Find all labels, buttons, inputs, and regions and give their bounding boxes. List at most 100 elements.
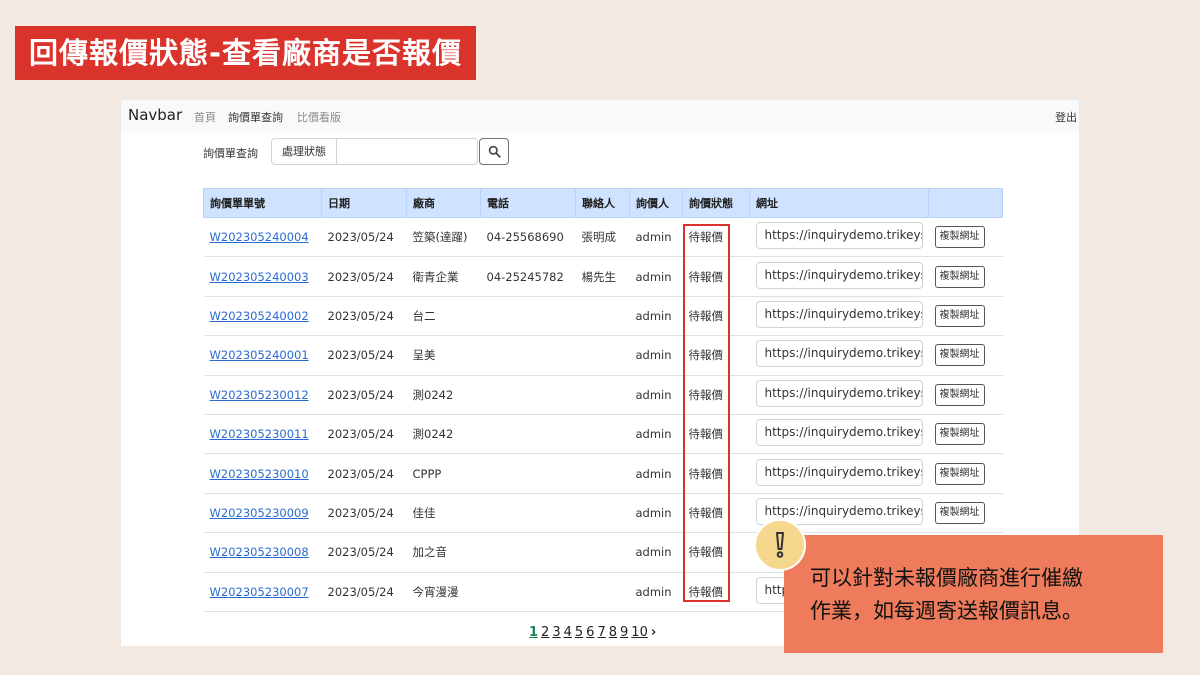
contact-column-cell <box>575 375 630 415</box>
page-link[interactable]: 2 <box>541 625 549 640</box>
vendor-cell: 測0242 <box>412 427 454 442</box>
vendor-column-cell: 加之音 <box>406 532 481 573</box>
requester-cell: admin <box>635 269 672 284</box>
inquiry-id-link[interactable]: W202305240004 <box>210 230 309 244</box>
page-link[interactable]: 7 <box>597 625 605 640</box>
slide-title: 回傳報價狀態-查看廠商是否報價 <box>15 26 477 80</box>
inquiry-id-link[interactable]: W202305230009 <box>210 506 309 520</box>
page-link[interactable]: 10 <box>631 625 648 640</box>
url-field[interactable]: https://inquirydemo.trikeys. <box>755 419 923 447</box>
copy-url-button[interactable]: 複製網址 <box>934 265 985 288</box>
vendor-column-cell: CPPP <box>406 453 481 494</box>
action-column-cell: 複製網址 <box>928 493 1003 534</box>
requester-column-cell: admin <box>629 572 683 612</box>
next-page-icon[interactable]: › <box>651 625 656 640</box>
contact-column-cell <box>575 453 630 494</box>
phone-column-cell: 04-25568690 <box>480 217 576 258</box>
status-cell: 待報價 <box>688 505 724 520</box>
copy-url-button[interactable]: 複製網址 <box>934 501 985 524</box>
url-field[interactable]: https://inquirydemo.trikeys. <box>755 379 923 407</box>
inquiry-id-link[interactable]: W202305230012 <box>210 388 309 402</box>
id-column-cell: W202305230007 <box>203 572 322 612</box>
requester-column-cell: admin <box>629 414 683 455</box>
nav-item-home[interactable]: 首頁 <box>194 109 216 125</box>
inquiry-id-link[interactable]: W202305240002 <box>210 309 309 323</box>
date-column-cell: 2023/05/24 <box>321 375 407 415</box>
url-column-cell: https://inquirydemo.trikeys. <box>749 217 929 258</box>
vendor-cell: 衛青企業 <box>412 269 459 284</box>
page-link[interactable]: 4 <box>564 625 572 640</box>
url-field[interactable]: https://inquirydemo.trikeys. <box>755 261 923 289</box>
copy-url-button[interactable]: 複製網址 <box>934 462 985 485</box>
url-column-cell: https://inquirydemo.trikeys. <box>749 414 929 455</box>
copy-url-button[interactable]: 複製網址 <box>934 344 985 367</box>
logout-link[interactable]: 登出 <box>1055 109 1077 125</box>
requester-cell: admin <box>635 348 672 363</box>
status-column-cell: 待報價 <box>682 572 750 612</box>
column-header-date: 日期 <box>321 188 407 218</box>
vendor-column-cell: 佳佳 <box>406 493 481 534</box>
page-link[interactable]: 5 <box>575 625 583 640</box>
copy-url-button[interactable]: 複製網址 <box>934 423 985 446</box>
date-column-cell: 2023/05/24 <box>321 493 407 534</box>
nav-item-compare-board[interactable]: 比價看版 <box>297 109 341 125</box>
vendor-cell: 加之音 <box>412 545 448 560</box>
action-column-cell: 複製網址 <box>928 335 1003 376</box>
page-link[interactable]: 1 <box>529 625 538 640</box>
url-column-cell: https://inquirydemo.trikeys. <box>749 375 929 415</box>
status-filter-prefix[interactable]: 處理狀態 <box>272 139 337 164</box>
navbar-brand[interactable]: Navbar <box>128 106 182 124</box>
search-button[interactable] <box>479 138 509 165</box>
column-header-vendor: 廠商 <box>406 188 481 218</box>
page-link[interactable]: 9 <box>620 625 628 640</box>
inquiry-id-link[interactable]: W202305230007 <box>210 585 309 599</box>
phone-column-cell <box>480 375 576 415</box>
date-cell: 2023/05/24 <box>327 387 394 402</box>
table-row: W202305230010 2023/05/24 CPPP admin 待報價 https… <box>203 453 1003 494</box>
status-column-cell: 待報價 <box>682 217 750 258</box>
inquiry-id-link[interactable]: W202305240001 <box>210 348 309 362</box>
requester-column-cell: admin <box>629 296 683 337</box>
url-field[interactable]: https://inquirydemo.trikeys. <box>755 222 923 250</box>
date-cell: 2023/05/24 <box>327 427 394 442</box>
status-cell: 待報價 <box>688 466 724 481</box>
requester-cell: admin <box>635 230 672 245</box>
search-input[interactable] <box>338 139 477 164</box>
phone-column-cell <box>480 532 576 573</box>
action-column-cell: 複製網址 <box>928 414 1003 455</box>
inquiry-id-link[interactable]: W202305230008 <box>210 545 309 559</box>
date-column-cell: 2023/05/24 <box>321 217 407 258</box>
status-column-cell: 待報價 <box>682 375 750 415</box>
copy-url-button[interactable]: 複製網址 <box>934 304 985 327</box>
page-link[interactable]: 8 <box>609 625 617 640</box>
vendor-column-cell: 台二 <box>406 296 481 337</box>
inquiry-id-link[interactable]: W202305240003 <box>210 270 309 284</box>
column-header-phone: 電話 <box>480 188 576 218</box>
phone-column-cell: 04-25245782 <box>480 256 576 297</box>
action-column-cell: 複製網址 <box>928 453 1003 494</box>
copy-url-button[interactable]: 複製網址 <box>934 226 985 249</box>
contact-column-cell <box>575 296 630 337</box>
phone-cell: 04-25245782 <box>486 269 564 284</box>
url-field[interactable]: https://inquirydemo.trikeys. <box>755 458 923 486</box>
requester-column-cell: admin <box>629 493 683 534</box>
nav-item-inquiry-query[interactable]: 詢價單查詢 <box>228 109 283 125</box>
url-field[interactable]: https://inquirydemo.trikeys. <box>755 300 923 328</box>
copy-url-button[interactable]: 複製網址 <box>934 383 985 406</box>
requester-cell: admin <box>635 466 672 481</box>
page-link[interactable]: 6 <box>586 625 594 640</box>
status-cell: 待報價 <box>688 387 724 402</box>
table-row: W202305230009 2023/05/24 佳佳 admin 待報價 https:/… <box>203 493 1003 534</box>
vendor-cell: 台二 <box>412 308 436 323</box>
page-link[interactable]: 3 <box>552 625 560 640</box>
action-column-cell: 複製網址 <box>928 375 1003 415</box>
contact-column-cell <box>575 572 630 612</box>
requester-column-cell: admin <box>629 217 683 258</box>
url-field[interactable]: https://inquirydemo.trikeys. <box>755 340 923 368</box>
vendor-cell: 測0242 <box>412 387 454 402</box>
date-column-cell: 2023/05/24 <box>321 256 407 297</box>
vendor-column-cell: 今宵漫漫 <box>406 572 481 612</box>
inquiry-id-link[interactable]: W202305230011 <box>210 427 309 441</box>
contact-column-cell <box>575 532 630 573</box>
inquiry-id-link[interactable]: W202305230010 <box>210 467 309 481</box>
